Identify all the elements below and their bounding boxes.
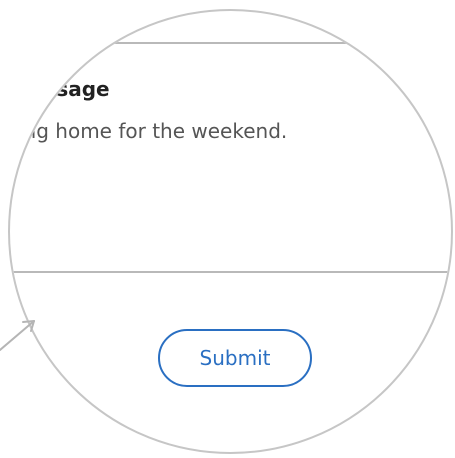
form-divider-bottom — [10, 271, 451, 273]
magnified-form-view: lessage ing home for the weekend. Submit — [0, 0, 455, 458]
magnifier-lens: lessage ing home for the weekend. Submit — [10, 11, 451, 452]
message-field-label: lessage — [24, 77, 110, 101]
form-divider-top — [10, 42, 451, 44]
message-field-value[interactable]: ing home for the weekend. — [18, 119, 287, 143]
submit-button[interactable]: Submit — [158, 329, 312, 387]
